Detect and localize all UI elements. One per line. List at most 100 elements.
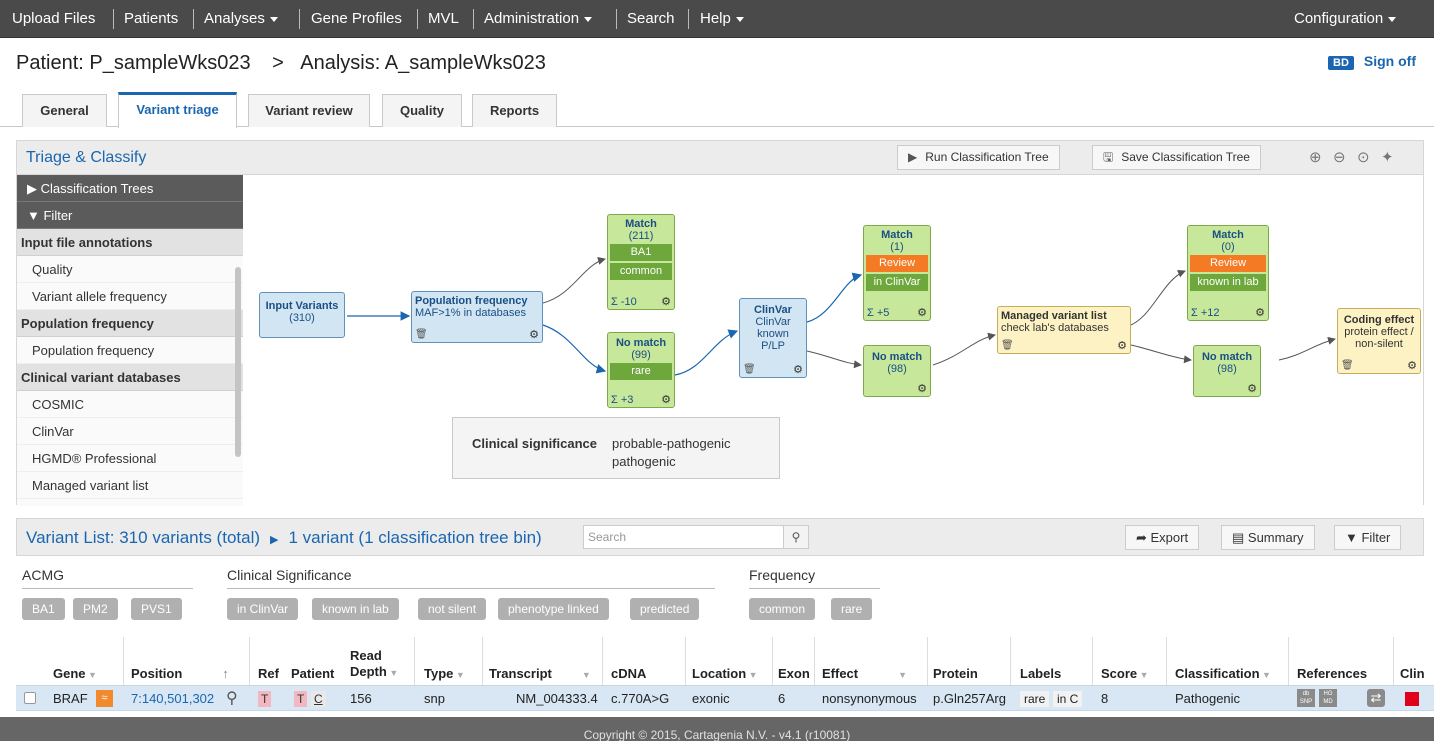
gear-icon[interactable]: ⚙: [1247, 383, 1257, 395]
sidebar-item-population-frequency[interactable]: Population frequency: [17, 337, 243, 364]
node-coding-effect[interactable]: Coding effect protein effect / non-silent …: [1337, 308, 1421, 374]
zoom-out-icon[interactable]: ⊖: [1333, 148, 1346, 166]
column-location[interactable]: Location ▼: [692, 666, 758, 683]
sidebar-item-quality[interactable]: Quality: [17, 256, 243, 283]
column-gene[interactable]: Gene ▼: [53, 666, 97, 683]
column-labels[interactable]: Labels: [1020, 666, 1061, 682]
table-row[interactable]: BRAF ≈ 7:140,501,302 ⚲ T T C 156 snp NM_…: [16, 685, 1434, 711]
node-population-frequency[interactable]: Population frequency MAF>1% in databases …: [411, 291, 543, 343]
pill-not-silent[interactable]: not silent: [418, 598, 487, 620]
breadcrumb-patient[interactable]: Patient: P_sampleWks023: [16, 52, 251, 74]
tab-variant-review[interactable]: Variant review: [248, 94, 370, 127]
link-icon[interactable]: ⇄: [1367, 689, 1385, 707]
sidebar-item-hgmd[interactable]: HGMD® Professional: [17, 445, 243, 472]
sign-off-button[interactable]: BD Sign off: [1328, 53, 1416, 70]
node-managed-variant-list[interactable]: Managed variant list check lab's database…: [997, 306, 1131, 354]
pill-pvs1[interactable]: PVS1: [131, 598, 182, 620]
column-ref[interactable]: Ref: [258, 666, 279, 682]
nav-help[interactable]: Help: [700, 0, 744, 38]
column-cdna[interactable]: cDNA: [611, 666, 646, 682]
tab-variant-triage[interactable]: Variant triage: [118, 92, 237, 128]
pill-known-in-lab[interactable]: known in lab: [312, 598, 399, 620]
pill-predicted[interactable]: predicted: [630, 598, 700, 620]
row-checkbox[interactable]: [24, 692, 36, 704]
classification-trees-header[interactable]: ▶ Classification Trees: [17, 175, 243, 202]
node-clinvar[interactable]: ClinVar ClinVar known P/LP 🗑 ⚙: [739, 298, 807, 378]
gear-icon[interactable]: ⚙: [917, 307, 927, 319]
magnifier-icon[interactable]: ⚲: [226, 688, 238, 708]
column-protein[interactable]: Protein: [933, 666, 978, 682]
column-type[interactable]: Type ▼: [424, 666, 465, 683]
gear-icon[interactable]: ⚙: [1255, 307, 1265, 319]
column-exon[interactable]: Exon: [778, 666, 810, 682]
nav-mvl[interactable]: MVL: [428, 0, 459, 38]
column-references[interactable]: References: [1297, 666, 1367, 682]
zoom-in-icon[interactable]: ⊕: [1309, 148, 1322, 166]
filter-header[interactable]: ▼ Filter: [17, 202, 243, 229]
nav-gene-profiles[interactable]: Gene Profiles: [311, 0, 402, 38]
column-patient[interactable]: Patient: [291, 666, 334, 682]
gear-icon[interactable]: ⚙: [661, 296, 671, 308]
node-input-variants[interactable]: Input Variants (310): [259, 292, 345, 338]
search-input[interactable]: Search ⚲: [583, 525, 809, 549]
nav-analyses[interactable]: Analyses: [204, 0, 278, 38]
tab-general[interactable]: General: [22, 94, 107, 127]
node-no-match-mvl[interactable]: No match (98) ⚙: [1193, 345, 1261, 397]
filter-button[interactable]: ▼ Filter: [1334, 525, 1402, 550]
cell-position[interactable]: 7:140,501,302: [131, 691, 214, 706]
gear-icon[interactable]: ⚙: [1407, 360, 1417, 372]
sidebar-item-variant-allele-frequency[interactable]: Variant allele frequency: [17, 283, 243, 310]
nav-administration[interactable]: Administration: [484, 0, 593, 38]
pill-phenotype-linked[interactable]: phenotype linked: [498, 598, 609, 620]
column-transcript[interactable]: Transcript ▼: [489, 666, 591, 683]
node-no-match-clinvar[interactable]: No match (98) ⚙: [863, 345, 931, 397]
nav-upload-files[interactable]: Upload Files: [12, 0, 95, 38]
run-classification-tree-button[interactable]: ▶ Run Classification Tree: [897, 145, 1060, 170]
variant-list-total[interactable]: Variant List: 310 variants (total): [26, 528, 260, 547]
sidebar-scrollbar[interactable]: [235, 267, 241, 457]
search-icon[interactable]: ⚲: [783, 525, 809, 549]
pill-pm2[interactable]: PM2: [73, 598, 118, 620]
zoom-reset-icon[interactable]: ⊙: [1357, 148, 1370, 166]
summary-button[interactable]: ▤ Summary: [1221, 525, 1315, 550]
node-match-clinvar[interactable]: Match (1) Review in ClinVar Σ +5 ⚙: [863, 225, 931, 321]
sidebar-item-clinvar[interactable]: ClinVar: [17, 418, 243, 445]
sidebar-item-managed-variant-list[interactable]: Managed variant list: [17, 472, 243, 499]
column-read-depth[interactable]: Read Depth ▼: [350, 648, 398, 681]
node-match-mvl[interactable]: Match (0) Review known in lab Σ +12 ⚙: [1187, 225, 1269, 321]
gear-icon[interactable]: ⚙: [793, 364, 803, 376]
gear-icon[interactable]: ⚙: [1117, 340, 1127, 352]
pill-rare[interactable]: rare: [831, 598, 873, 620]
column-position[interactable]: Position ↑: [131, 666, 229, 682]
column-classification[interactable]: Classification ▼: [1175, 666, 1271, 683]
pill-ba1[interactable]: BA1: [22, 598, 65, 620]
save-classification-tree-button[interactable]: 🖫 Save Classification Tree: [1092, 145, 1261, 170]
nav-patients[interactable]: Patients: [124, 0, 178, 38]
dna-icon[interactable]: ≈: [96, 690, 113, 707]
node-no-match-population[interactable]: No match (99) rare Σ +3 ⚙: [607, 332, 675, 408]
tab-quality[interactable]: Quality: [382, 94, 462, 127]
trash-icon[interactable]: 🗑: [415, 329, 428, 341]
column-score[interactable]: Score ▼: [1101, 666, 1149, 683]
column-clin[interactable]: Clin: [1400, 666, 1425, 682]
trash-icon[interactable]: 🗑: [1001, 340, 1014, 352]
trash-icon[interactable]: 🗑: [1341, 360, 1354, 372]
gear-icon[interactable]: ⚙: [661, 394, 671, 406]
triangle-down-icon: ▼: [27, 208, 44, 223]
column-effect[interactable]: Effect ▼: [822, 666, 907, 683]
nav-search[interactable]: Search: [627, 0, 675, 38]
gear-icon[interactable]: ⚙: [917, 383, 927, 395]
pill-common[interactable]: common: [749, 598, 816, 620]
gear-icon[interactable]: ⚙: [529, 329, 539, 341]
nav-configuration[interactable]: Configuration: [1294, 0, 1397, 38]
pill-in-clinvar[interactable]: in ClinVar: [227, 598, 299, 620]
node-match-population[interactable]: Match (211) BA1 common Σ -10 ⚙: [607, 214, 675, 310]
hgmd-icon[interactable]: HG MD: [1319, 689, 1337, 707]
sidebar-item-cosmic[interactable]: COSMIC: [17, 391, 243, 418]
fit-screen-icon[interactable]: ✦: [1381, 148, 1394, 166]
cell-patient: T C: [294, 691, 326, 707]
dbsnp-icon[interactable]: db SNP: [1297, 689, 1315, 707]
export-button[interactable]: ➦ Export: [1125, 525, 1200, 550]
trash-icon[interactable]: 🗑: [743, 364, 756, 376]
tab-reports[interactable]: Reports: [472, 94, 557, 127]
